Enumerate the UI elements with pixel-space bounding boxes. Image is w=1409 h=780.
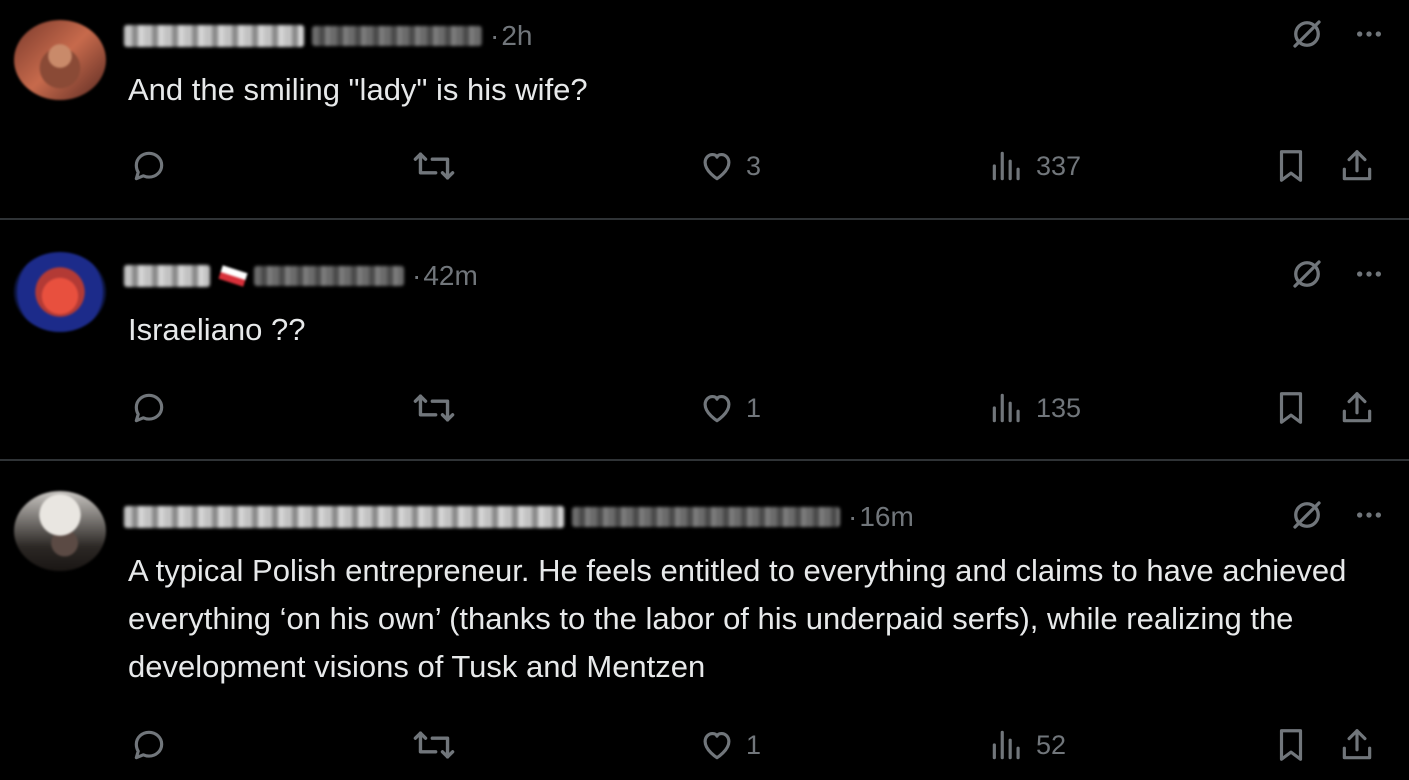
post-header: · 2h <box>124 16 532 56</box>
blurred-display-name[interactable] <box>124 25 304 47</box>
post-text: A typical Polish entrepreneur. He feels … <box>128 553 1347 684</box>
header-actions <box>1289 16 1385 52</box>
action-bar: 1 52 <box>130 725 1390 765</box>
share-button[interactable] <box>1338 725 1376 765</box>
repost-button[interactable] <box>412 388 466 428</box>
reply-icon <box>130 726 168 764</box>
reply-button[interactable] <box>130 146 178 186</box>
like-count: 1 <box>746 392 762 423</box>
separator: · <box>848 501 858 532</box>
like-count: 1 <box>746 729 762 760</box>
separator: · <box>412 260 422 291</box>
views-icon <box>988 147 1026 185</box>
views-icon <box>988 389 1026 427</box>
bookmark-button[interactable] <box>1272 388 1310 428</box>
grok-icon[interactable] <box>1289 16 1325 52</box>
post-time[interactable]: 16m <box>859 501 913 533</box>
reply-button[interactable] <box>130 388 178 428</box>
action-bar: 3 337 <box>130 146 1390 186</box>
reply-post-2[interactable]: · 42m Israeliano ?? 1 135 <box>0 220 1409 461</box>
reply-button[interactable] <box>130 725 178 765</box>
avatar[interactable] <box>14 20 106 100</box>
more-icon[interactable] <box>1353 499 1385 531</box>
like-button[interactable]: 1 <box>698 388 761 428</box>
reply-icon <box>130 147 168 185</box>
views-button[interactable]: 52 <box>988 725 1066 765</box>
blurred-username[interactable] <box>312 26 482 46</box>
blurred-display-name[interactable] <box>124 265 210 287</box>
reply-post-1[interactable]: · 2h And the smiling "lady" is his wife? <box>0 0 1409 220</box>
post-time[interactable]: 2h <box>501 20 532 52</box>
blurred-display-name[interactable] <box>124 506 564 528</box>
views-button[interactable]: 337 <box>988 146 1081 186</box>
views-count: 337 <box>1036 150 1082 181</box>
views-count: 52 <box>1036 729 1067 760</box>
post-header: · 42m <box>124 256 478 296</box>
heart-icon <box>698 726 736 764</box>
share-icon <box>1338 725 1376 765</box>
share-button[interactable] <box>1338 388 1376 428</box>
header-actions <box>1289 256 1385 292</box>
post-text: Israeliano ?? <box>128 312 306 347</box>
repost-icon <box>412 726 456 764</box>
bookmark-button[interactable] <box>1272 725 1310 765</box>
bookmark-icon <box>1272 388 1310 428</box>
like-button[interactable]: 3 <box>698 146 761 186</box>
like-button[interactable]: 1 <box>698 725 761 765</box>
views-count: 135 <box>1036 392 1082 423</box>
share-button[interactable] <box>1338 146 1376 186</box>
heart-icon <box>698 389 736 427</box>
heart-icon <box>698 147 736 185</box>
share-icon <box>1338 146 1376 186</box>
repost-icon <box>412 389 456 427</box>
reply-post-3[interactable]: · 16m A typical Polish entrepreneur. He … <box>0 461 1409 780</box>
bookmark-button[interactable] <box>1272 146 1310 186</box>
blurred-username[interactable] <box>572 507 840 527</box>
post-text: And the smiling "lady" is his wife? <box>128 72 588 107</box>
avatar[interactable] <box>14 491 106 571</box>
repost-button[interactable] <box>412 146 466 186</box>
bookmark-icon <box>1272 146 1310 186</box>
repost-button[interactable] <box>412 725 466 765</box>
more-icon[interactable] <box>1353 18 1385 50</box>
header-actions <box>1289 497 1385 533</box>
avatar[interactable] <box>14 252 106 332</box>
grok-icon[interactable] <box>1289 497 1325 533</box>
post-header: · 16m <box>124 497 914 537</box>
action-bar: 1 135 <box>130 388 1390 428</box>
more-icon[interactable] <box>1353 258 1385 290</box>
like-count: 3 <box>746 150 762 181</box>
repost-icon <box>412 147 456 185</box>
views-icon <box>988 726 1026 764</box>
views-button[interactable]: 135 <box>988 388 1081 428</box>
flag-emoji <box>218 265 248 287</box>
reply-icon <box>130 389 168 427</box>
separator: · <box>490 20 500 51</box>
bookmark-icon <box>1272 725 1310 765</box>
post-time[interactable]: 42m <box>423 260 477 292</box>
blurred-username[interactable] <box>254 266 404 286</box>
grok-icon[interactable] <box>1289 256 1325 292</box>
share-icon <box>1338 388 1376 428</box>
